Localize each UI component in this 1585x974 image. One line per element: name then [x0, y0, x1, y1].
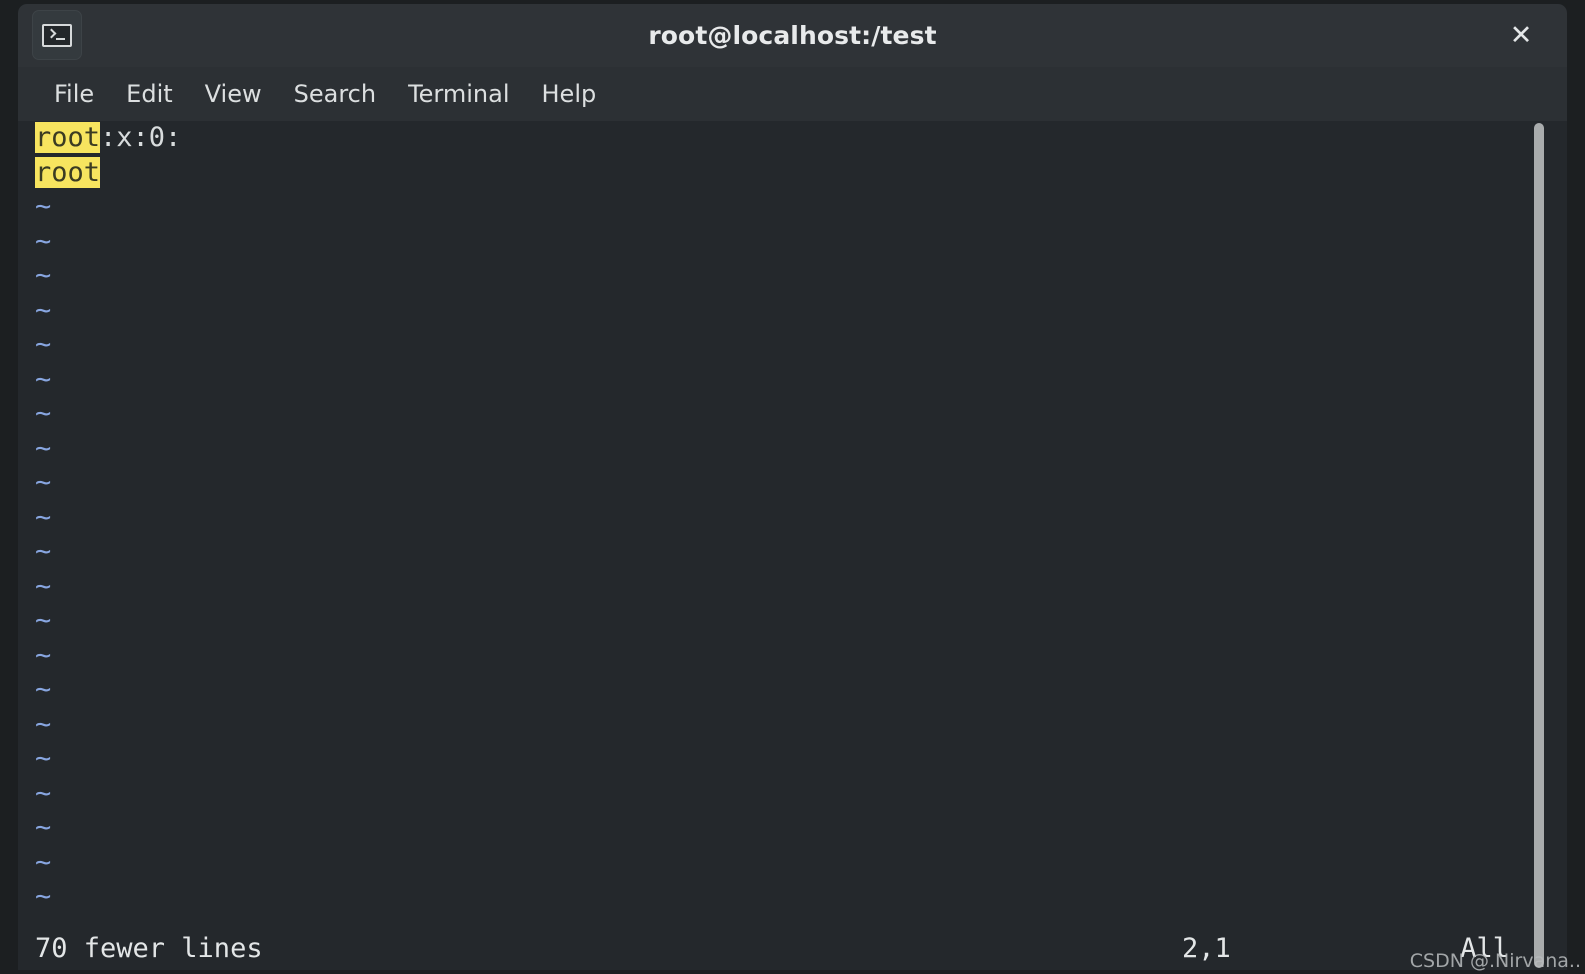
- empty-line-marker: ~: [35, 846, 52, 878]
- empty-line-marker: ~: [35, 467, 52, 498]
- window-title: root@localhost:/test: [648, 21, 937, 50]
- menu-item-terminal[interactable]: Terminal: [392, 67, 525, 121]
- empty-line-marker: ~: [35, 812, 52, 843]
- editor-screen[interactable]: root:x:0: root ~ ~ ~ ~ ~ ~ ~ ~ ~ ~ ~ ~ ~ ~ ~ ~ ~ ~ ~ ~ ~: [18, 121, 1523, 970]
- empty-line-marker: ~: [35, 674, 52, 705]
- menu-bar: File Edit View Search Terminal Help: [18, 67, 1567, 121]
- empty-line-marker: ~: [35, 639, 52, 671]
- empty-line-marker: ~: [35, 329, 52, 360]
- line-text: :x:0:: [100, 122, 182, 153]
- empty-line-marker: ~: [35, 363, 52, 395]
- empty-line-marker: ~: [35, 570, 52, 602]
- menu-item-file[interactable]: File: [38, 67, 110, 121]
- close-icon[interactable]: ✕: [1493, 4, 1549, 67]
- title-bar: root@localhost:/test ✕: [18, 4, 1567, 67]
- terminal-window: root@localhost:/test ✕ File Edit View Se…: [0, 0, 1585, 974]
- empty-line-marker: ~: [35, 881, 52, 912]
- menu-item-edit[interactable]: Edit: [110, 67, 188, 121]
- empty-line-marker: ~: [35, 777, 52, 809]
- empty-line-marker: ~: [35, 191, 52, 222]
- menu-item-view[interactable]: View: [189, 67, 278, 121]
- menu-item-help[interactable]: Help: [526, 67, 613, 121]
- status-message: 70 fewer lines: [35, 933, 263, 964]
- scrollbar[interactable]: [1530, 121, 1548, 970]
- scrollbar-thumb[interactable]: [1534, 123, 1544, 968]
- empty-line-marker: ~: [35, 260, 52, 291]
- terminal-icon[interactable]: [32, 10, 82, 60]
- terminal-prompt-glyph: [42, 23, 72, 47]
- empty-line-marker: ~: [35, 743, 52, 774]
- editor-line: root: [18, 156, 1523, 191]
- search-match: root: [35, 122, 101, 153]
- empty-line-marker: ~: [35, 536, 52, 567]
- scroll-indicator: All: [1460, 933, 1509, 964]
- empty-line-marker: ~: [35, 501, 52, 533]
- empty-line-marker: ~: [35, 708, 52, 740]
- editor-empty-lines: ~ ~ ~ ~ ~ ~ ~ ~ ~ ~ ~ ~ ~ ~ ~ ~ ~ ~ ~ ~ ~: [18, 190, 1523, 915]
- search-match: root: [35, 156, 101, 188]
- editor-line: root:x:0:: [18, 121, 1523, 156]
- terminal-body[interactable]: root:x:0: root ~ ~ ~ ~ ~ ~ ~ ~ ~ ~ ~ ~ ~ ~ ~ ~ ~ ~ ~ ~ ~ 70 f…: [18, 121, 1567, 970]
- empty-line-marker: ~: [35, 398, 52, 429]
- empty-line-marker: ~: [35, 432, 52, 464]
- editor-content: root:x:0: root: [18, 121, 1523, 190]
- empty-line-marker: ~: [35, 225, 52, 257]
- status-line: 70 fewer lines 2,1 All: [18, 928, 1523, 970]
- empty-line-marker: ~: [35, 605, 52, 636]
- menu-item-search[interactable]: Search: [278, 67, 392, 121]
- empty-line-marker: ~: [35, 294, 52, 326]
- cursor-position: 2,1: [1182, 933, 1231, 964]
